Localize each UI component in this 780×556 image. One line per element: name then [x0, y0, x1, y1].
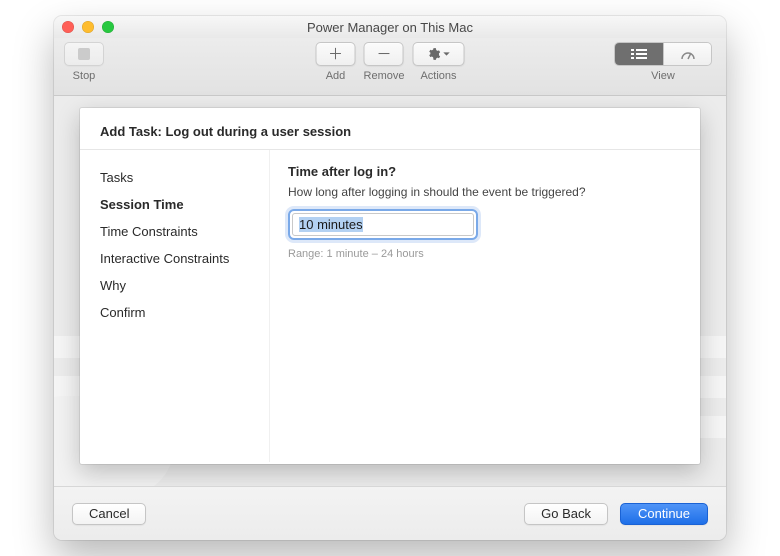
toolbar-view-group: View — [614, 42, 712, 82]
plus-icon: ＋ — [328, 47, 343, 62]
wizard-steps-sidebar: Tasks Session Time Time Constraints Inte… — [80, 150, 270, 462]
sidebar-item-why[interactable]: Why — [100, 272, 259, 299]
duration-field-focus-ring — [288, 209, 478, 240]
list-icon — [631, 48, 647, 60]
view-gauge-button[interactable] — [663, 43, 711, 65]
footer-right: Go Back Continue — [524, 503, 708, 525]
sheet-body: Tasks Session Time Time Constraints Inte… — [80, 150, 700, 462]
view-list-button[interactable] — [615, 43, 663, 65]
add-label: Add — [326, 70, 346, 82]
window-title: Power Manager on This Mac — [54, 20, 726, 35]
range-hint: Range: 1 minute – 24 hours — [288, 248, 682, 260]
add-button[interactable]: ＋ — [316, 42, 356, 66]
gear-icon — [426, 47, 440, 61]
wizard-content: Time after log in? How long after loggin… — [270, 150, 700, 462]
remove-button[interactable]: － — [364, 42, 404, 66]
sidebar-item-interactive-constraints[interactable]: Interactive Constraints — [100, 245, 259, 272]
toolbar-actions-group: Actions — [412, 42, 464, 82]
view-segmented-control[interactable] — [614, 42, 712, 66]
view-label: View — [651, 70, 675, 82]
toolbar-center: ＋ Add － Remove Actions — [316, 42, 465, 82]
stop-button[interactable] — [64, 42, 104, 66]
titlebar: Power Manager on This Mac — [54, 16, 726, 38]
toolbar-add-group: ＋ Add — [316, 42, 356, 82]
sidebar-item-confirm[interactable]: Confirm — [100, 299, 259, 326]
wizard-sheet: Add Task: Log out during a user session … — [80, 108, 700, 464]
actions-label: Actions — [420, 70, 456, 82]
form-subtext: How long after logging in should the eve… — [288, 185, 682, 199]
sheet-title: Add Task: Log out during a user session — [80, 108, 700, 149]
duration-input[interactable] — [292, 213, 474, 236]
remove-label: Remove — [364, 70, 405, 82]
sidebar-item-tasks[interactable]: Tasks — [100, 164, 259, 191]
form-heading: Time after log in? — [288, 164, 682, 179]
toolbar: Stop ＋ Add － Remove Action — [54, 38, 726, 96]
app-window: Power Manager on This Mac Stop ＋ Add － R… — [54, 16, 726, 540]
stop-icon — [78, 48, 90, 60]
stop-label: Stop — [73, 70, 96, 82]
continue-button[interactable]: Continue — [620, 503, 708, 525]
go-back-button[interactable]: Go Back — [524, 503, 608, 525]
toolbar-stop-group: Stop — [64, 42, 104, 82]
actions-button[interactable] — [412, 42, 464, 66]
chevron-down-icon — [442, 50, 450, 58]
cancel-button[interactable]: Cancel — [72, 503, 146, 525]
sidebar-item-time-constraints[interactable]: Time Constraints — [100, 218, 259, 245]
toolbar-remove-group: － Remove — [364, 42, 405, 82]
gauge-icon — [680, 48, 696, 60]
minus-icon: － — [376, 47, 391, 62]
footer: Cancel Go Back Continue — [54, 486, 726, 540]
sidebar-item-session-time[interactable]: Session Time — [100, 191, 259, 218]
